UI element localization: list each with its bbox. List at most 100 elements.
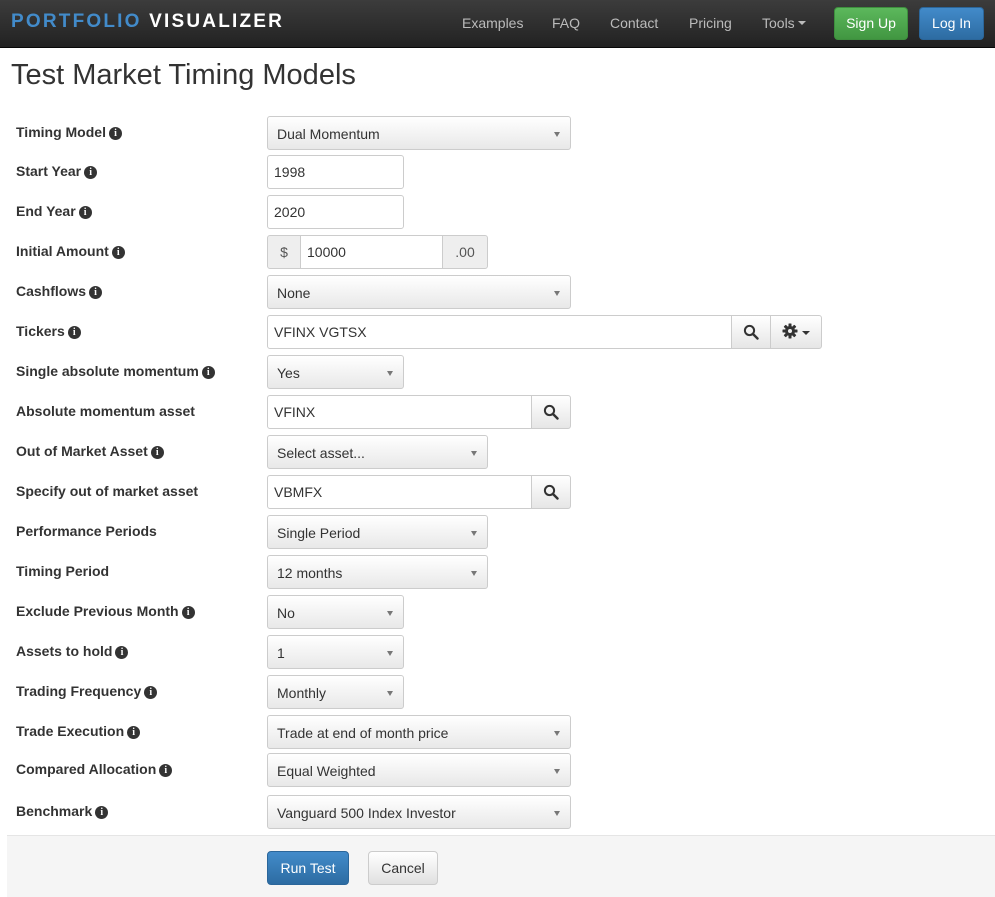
cashflows-value: None [277,285,311,301]
dropdown-arrow-icon [554,811,560,816]
nav-tools-dropdown[interactable]: Tools [762,15,806,32]
timing-model-select[interactable]: Dual Momentum [267,116,571,150]
info-icon[interactable]: i [95,806,109,819]
search-icon [543,484,559,500]
trading-frequency-select[interactable]: Monthly [267,675,404,709]
cashflows-label-text: Cashflows [16,283,87,299]
info-icon[interactable]: i [127,726,141,739]
single-absolute-momentum-label-text: Single absolute momentum [16,363,199,379]
info-icon[interactable]: i [144,686,158,699]
cents-suffix-addon: .00 [442,235,488,269]
top-navbar: PORTFOLIO VISUALIZER Examples FAQ Contac… [0,0,995,48]
page-title: Test Market Timing Models [11,59,356,91]
start-year-label: Start Year i [16,163,98,180]
form-actions-bar [7,835,995,897]
cancel-button[interactable]: Cancel [368,851,438,885]
specify-out-of-market-asset-search-button[interactable] [531,475,571,509]
out-of-market-asset-value: Select asset... [277,445,365,461]
info-icon[interactable]: i [67,326,81,339]
timing-period-select[interactable]: 12 months [267,555,488,589]
timing-model-label: Timing Model i [16,124,122,141]
info-icon[interactable]: i [78,206,92,219]
search-icon [743,324,759,340]
row-timing-period: Timing Period 12 months [0,555,995,589]
assets-to-hold-label-text: Assets to hold [16,643,113,659]
trading-frequency-label: Trading Frequency i [16,683,158,700]
compared-allocation-value: Equal Weighted [277,763,376,779]
run-test-button[interactable]: Run Test [267,851,349,885]
trade-execution-value: Trade at end of month price [277,725,449,741]
tickers-label-text: Tickers [16,323,65,339]
dropdown-arrow-icon [471,571,477,576]
search-icon [543,404,559,420]
tickers-label: Tickers i [16,323,81,340]
trade-execution-select[interactable]: Trade at end of month price [267,715,571,749]
start-year-input[interactable]: 1998 [267,155,404,189]
row-trade-execution: Trade Execution i Trade at end of month p… [0,715,995,749]
trade-execution-label-text: Trade Execution [16,723,125,739]
benchmark-select[interactable]: Vanguard 500 Index Investor [267,795,571,829]
trade-execution-label: Trade Execution i [16,723,141,740]
timing-model-label-text: Timing Model [16,124,106,140]
out-of-market-asset-select[interactable]: Select asset... [267,435,488,469]
login-button[interactable]: Log In [919,7,984,40]
tickers-search-button[interactable] [731,315,771,349]
initial-amount-input[interactable]: 10000 [300,235,443,269]
trading-frequency-value: Monthly [277,685,327,701]
nav-contact-link[interactable]: Contact [610,15,658,32]
info-icon[interactable]: i [150,446,164,459]
specify-out-of-market-asset-input[interactable]: VBMFX [267,475,532,509]
nav-pricing-link[interactable]: Pricing [689,15,732,32]
row-tickers: Tickers i VFINX VGTSX [0,315,995,349]
cashflows-select[interactable]: None [267,275,571,309]
nav-tools-label: Tools [762,15,795,31]
row-assets-to-hold: Assets to hold i 1 [0,635,995,669]
absolute-momentum-asset-input[interactable]: VFINX [267,395,532,429]
initial-amount-label-text: Initial Amount [16,243,109,259]
out-of-market-asset-label-text: Out of Market Asset [16,443,148,459]
info-icon[interactable]: i [181,606,195,619]
initial-amount-label: Initial Amount i [16,243,125,260]
end-year-input[interactable]: 2020 [267,195,404,229]
row-timing-model: Timing Model i Dual Momentum [0,116,995,150]
info-icon[interactable]: i [111,246,125,259]
exclude-previous-month-label: Exclude Previous Month i [16,603,195,620]
brand-logo[interactable]: PORTFOLIO VISUALIZER [11,11,284,33]
dropdown-arrow-icon [471,451,477,456]
trading-frequency-label-text: Trading Frequency [16,683,142,699]
assets-to-hold-label: Assets to hold i [16,643,129,660]
compared-allocation-label-text: Compared Allocation [16,761,157,777]
nav-faq-link[interactable]: FAQ [552,15,580,32]
info-icon[interactable]: i [108,127,122,140]
exclude-previous-month-select[interactable]: No [267,595,404,629]
row-out-of-market-asset: Out of Market Asset i Select asset... [0,435,995,469]
info-icon[interactable]: i [84,166,98,179]
timing-model-value: Dual Momentum [277,126,380,142]
assets-to-hold-select[interactable]: 1 [267,635,404,669]
dropdown-arrow-icon [471,531,477,536]
specify-out-of-market-asset-label: Specify out of market asset [16,483,199,499]
info-icon[interactable]: i [89,286,103,299]
row-cashflows: Cashflows i None [0,275,995,309]
timing-period-label: Timing Period [16,563,110,579]
performance-periods-select[interactable]: Single Period [267,515,488,549]
tickers-input[interactable]: VFINX VGTSX [267,315,732,349]
dropdown-arrow-icon [554,731,560,736]
signup-button[interactable]: Sign Up [834,7,908,40]
info-icon[interactable]: i [201,366,215,379]
assets-to-hold-value: 1 [277,645,285,661]
compared-allocation-select[interactable]: Equal Weighted [267,753,571,787]
currency-prefix-addon: $ [267,235,301,269]
nav-examples-link[interactable]: Examples [462,15,523,32]
absolute-momentum-asset-label: Absolute momentum asset [16,403,195,419]
tickers-settings-dropdown[interactable] [770,315,822,349]
info-icon[interactable]: i [115,646,129,659]
single-absolute-momentum-value: Yes [277,365,300,381]
row-end-year: End Year i 2020 [0,195,995,229]
single-absolute-momentum-select[interactable]: Yes [267,355,404,389]
absolute-momentum-asset-search-button[interactable] [531,395,571,429]
dropdown-arrow-icon [554,291,560,296]
exclude-previous-month-value: No [277,605,295,621]
dropdown-arrow-icon [387,371,393,376]
info-icon[interactable]: i [159,764,173,777]
